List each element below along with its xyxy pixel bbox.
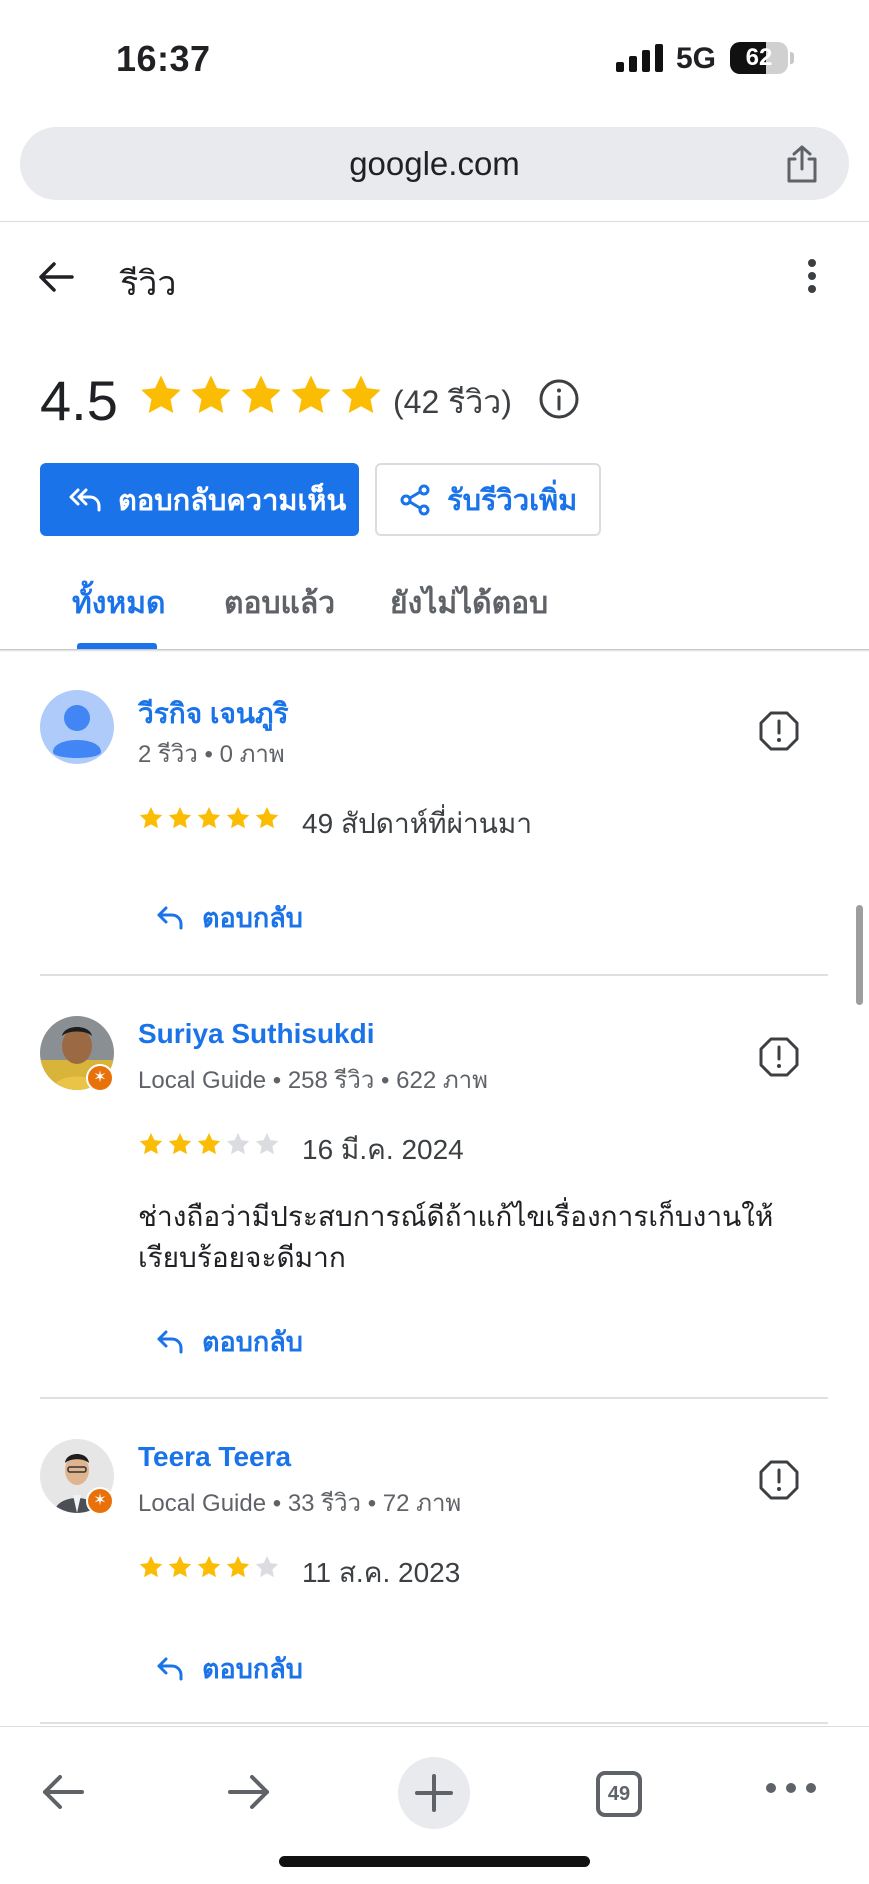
signal-icon	[616, 44, 663, 72]
reviewer-meta: Local Guide • 33 รีวิว • 72 ภาพ	[138, 1490, 462, 1517]
star-icon	[255, 1555, 279, 1578]
info-icon[interactable]	[538, 378, 580, 420]
star-icon	[139, 1132, 163, 1155]
star-icon	[341, 375, 381, 414]
star-icon	[291, 375, 331, 414]
plus-icon	[415, 1774, 453, 1812]
back-arrow-icon[interactable]	[40, 1769, 86, 1815]
star-icon	[226, 1132, 250, 1155]
network-type: 5G	[676, 42, 717, 75]
average-rating: 4.5	[40, 369, 118, 432]
star-icon	[197, 1132, 221, 1155]
reply-button[interactable]: ตอบกลับ	[156, 896, 303, 939]
star-icon	[139, 1555, 163, 1578]
reply-icon	[157, 1657, 183, 1680]
review-rating-stars	[138, 805, 280, 831]
star-icon	[197, 806, 221, 829]
url-text[interactable]: google.com	[20, 127, 849, 200]
reply-label: ตอบกลับ	[202, 1327, 303, 1357]
star-icon	[226, 806, 250, 829]
reply-all-icon	[69, 488, 101, 511]
review-rating-stars	[138, 1554, 280, 1580]
reply-icon	[157, 906, 183, 929]
avatar[interactable]	[40, 690, 114, 764]
reply-button[interactable]: ตอบกลับ	[156, 1647, 303, 1690]
person-icon	[40, 690, 114, 764]
tab-unreplied[interactable]: ยังไม่ได้ตอบ	[390, 580, 548, 627]
reviewer-name[interactable]: Teera Teera	[138, 1441, 291, 1473]
page-title: รีวิว	[120, 265, 177, 303]
reply-button[interactable]: ตอบกลับ	[156, 1320, 303, 1363]
star-icon	[197, 1555, 221, 1578]
review-divider	[40, 1397, 828, 1399]
review-text: ช่างถือว่ามีประสบการณ์ดีถ้าแก้ไขเรื่องกา…	[138, 1201, 774, 1273]
reply-label: ตอบกลับ	[202, 1654, 303, 1684]
tab-all[interactable]: ทั้งหมด	[72, 580, 165, 627]
star-icon	[168, 1132, 192, 1155]
tab-replied[interactable]: ตอบแล้ว	[224, 580, 335, 627]
get-more-reviews-label: รับรีวิวเพิ่ม	[447, 484, 578, 517]
address-bar[interactable]: google.com	[20, 127, 849, 200]
battery-tip	[790, 52, 794, 64]
star-icon	[141, 375, 181, 414]
more-horiz-icon[interactable]	[766, 1783, 816, 1793]
more-vert-icon[interactable]	[800, 256, 824, 296]
local-guide-star-icon: ✶	[86, 1487, 114, 1515]
star-icon	[255, 806, 279, 829]
divider	[0, 221, 869, 222]
star-icon	[241, 375, 281, 414]
reviewer-name[interactable]: วีรกิจ เจนภูริ	[138, 692, 289, 736]
reviewer-meta: 2 รีวิว • 0 ภาพ	[138, 741, 285, 768]
home-indicator[interactable]	[279, 1856, 590, 1867]
report-icon[interactable]	[758, 1036, 800, 1078]
tabs-shadow	[0, 649, 869, 652]
rating-stars	[138, 372, 384, 418]
new-tab-button[interactable]	[398, 1757, 470, 1829]
status-time: 16:37	[116, 38, 211, 79]
review-date: 11 ส.ค. 2023	[302, 1557, 461, 1588]
star-icon	[168, 806, 192, 829]
star-icon	[255, 1132, 279, 1155]
review-divider	[40, 1722, 828, 1724]
local-guide-star-icon: ✶	[86, 1064, 114, 1092]
reviewer-meta: Local Guide • 258 รีวิว • 622 ภาพ	[138, 1067, 488, 1094]
review-rating-stars	[138, 1131, 280, 1157]
battery-level: 62	[745, 44, 773, 71]
reviewer-name[interactable]: Suriya Suthisukdi	[138, 1018, 375, 1050]
reply-label: ตอบกลับ	[202, 903, 303, 933]
reply-to-reviews-button[interactable]: ตอบกลับความเห็น	[40, 463, 359, 536]
review-date: 49 สัปดาห์ที่ผ่านมา	[302, 808, 533, 839]
scrollbar[interactable]	[856, 905, 863, 1005]
get-more-reviews-button[interactable]: รับรีวิวเพิ่ม	[375, 463, 601, 536]
forward-arrow-icon[interactable]	[226, 1769, 272, 1815]
tabs-icon[interactable]: 49	[596, 1771, 642, 1817]
review-date: 16 มี.ค. 2024	[302, 1134, 464, 1165]
share-nodes-icon	[400, 484, 430, 515]
report-icon[interactable]	[758, 1459, 800, 1501]
share-icon[interactable]	[783, 144, 821, 184]
star-icon	[191, 375, 231, 414]
review-count: (42 รีวิว)	[393, 384, 512, 420]
battery-icon: 62	[730, 42, 788, 74]
back-arrow-icon[interactable]	[36, 256, 78, 298]
review-divider	[40, 974, 828, 976]
star-icon	[168, 1555, 192, 1578]
reply-to-reviews-label: ตอบกลับความเห็น	[118, 484, 347, 517]
status-bar: 16:37 5G 62	[0, 0, 869, 118]
star-icon	[226, 1555, 250, 1578]
star-icon	[139, 806, 163, 829]
report-icon[interactable]	[758, 710, 800, 752]
reply-icon	[157, 1330, 183, 1353]
